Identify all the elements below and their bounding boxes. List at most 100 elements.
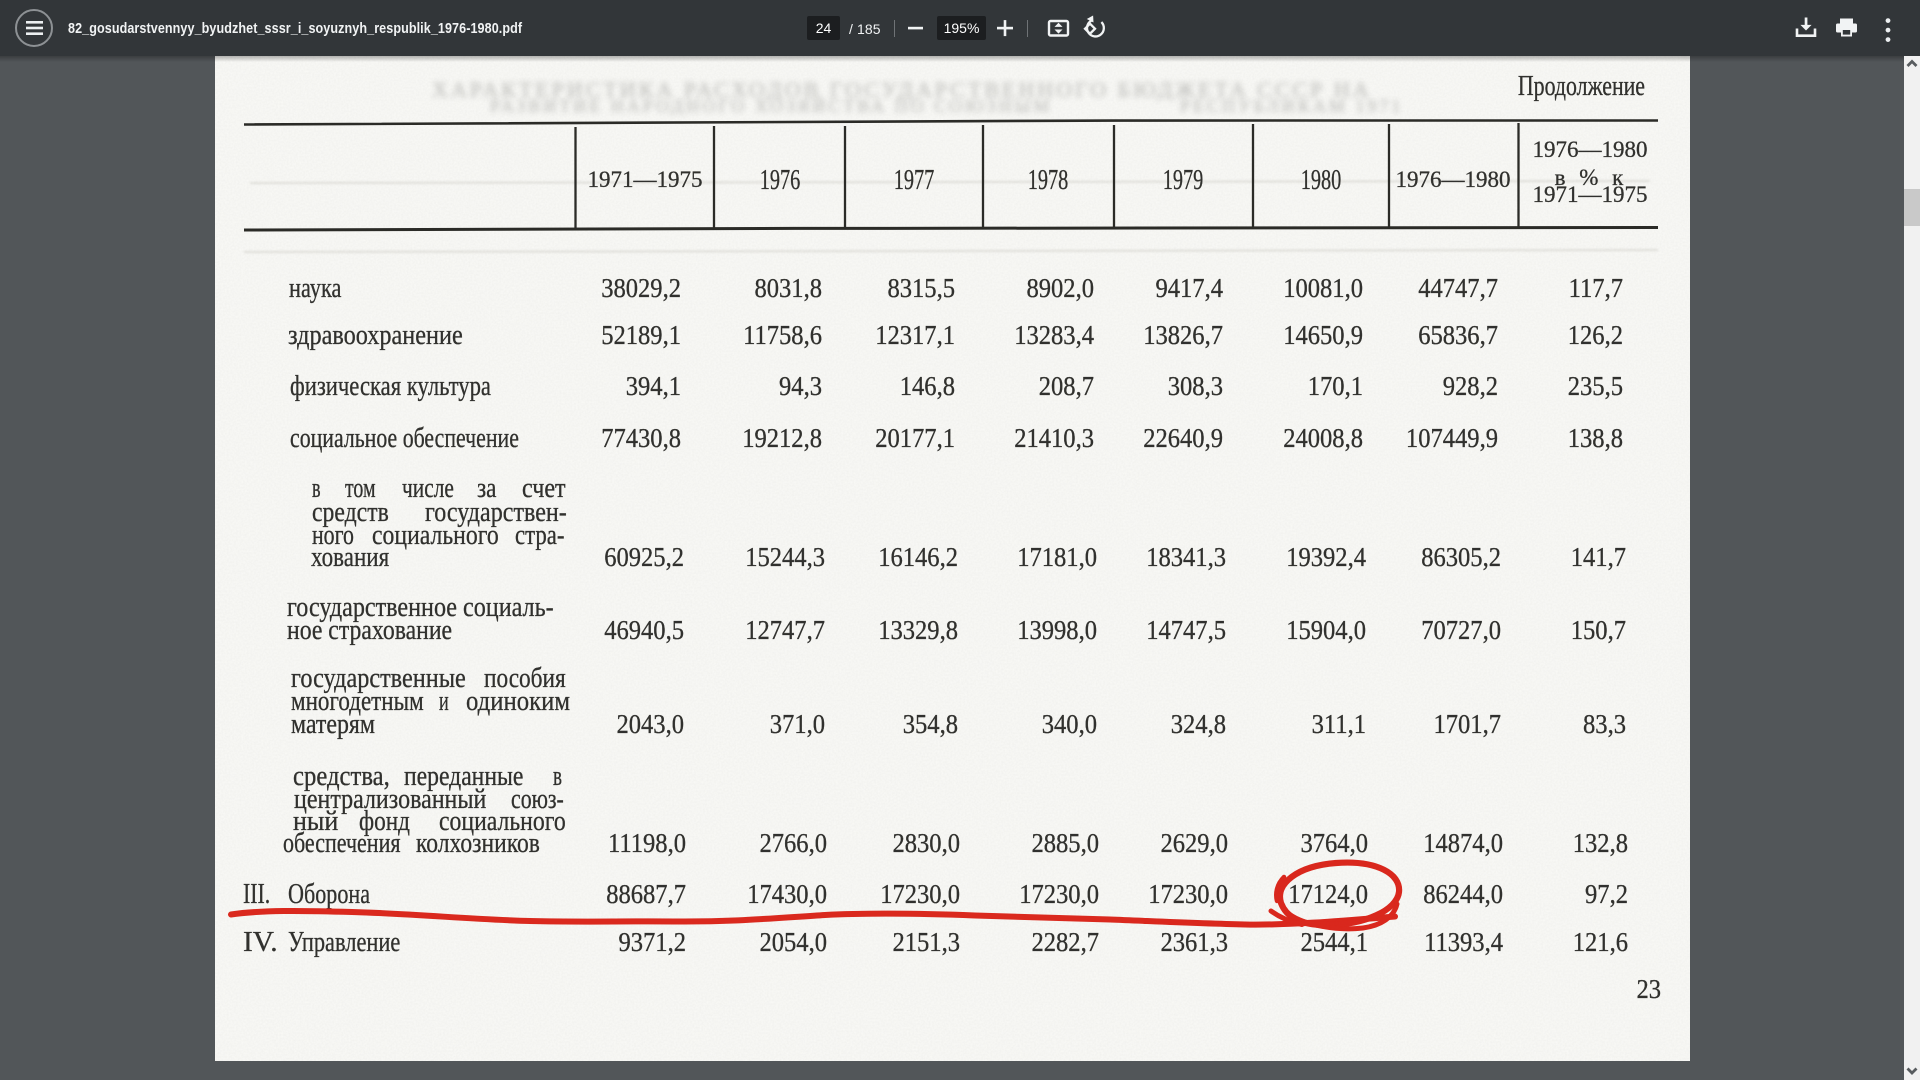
svg-text:социального: социального (372, 519, 499, 550)
svg-text:38029,2: 38029,2 (601, 273, 681, 303)
svg-text:Управление: Управление (288, 927, 400, 958)
svg-text:117,7: 117,7 (1569, 273, 1623, 303)
svg-text:15244,3: 15244,3 (745, 542, 825, 572)
svg-text:ное страхование: ное страхование (287, 614, 452, 645)
svg-text:394,1: 394,1 (626, 371, 681, 401)
svg-text:9417,4: 9417,4 (1155, 273, 1223, 303)
svg-text:социальное обеспечение: социальное обеспечение (290, 424, 519, 454)
svg-text:2885,0: 2885,0 (1031, 828, 1099, 858)
svg-text:3764,0: 3764,0 (1300, 828, 1368, 858)
svg-text:83,3: 83,3 (1583, 709, 1626, 739)
svg-text:III.: III. (243, 880, 270, 910)
svg-text:354,8: 354,8 (903, 709, 958, 739)
svg-text:1971—1975: 1971—1975 (1533, 182, 1648, 207)
svg-text:928,2: 928,2 (1443, 371, 1498, 401)
svg-text:138,8: 138,8 (1568, 423, 1623, 453)
svg-text:14874,0: 14874,0 (1423, 828, 1503, 858)
svg-text:IV.: IV. (243, 927, 278, 958)
svg-text:235,5: 235,5 (1568, 371, 1623, 401)
svg-text:2830,0: 2830,0 (892, 828, 960, 858)
svg-text:2361,3: 2361,3 (1160, 927, 1228, 957)
svg-text:2544,1: 2544,1 (1300, 927, 1368, 957)
svg-text:и: и (439, 686, 449, 717)
svg-text:2043,0: 2043,0 (616, 709, 684, 739)
svg-text:1976—1980: 1976—1980 (1533, 137, 1648, 162)
svg-text:РАЗВИТИЕ НАРОДНОГО ХОЗЯЙСТВА П: РАЗВИТИЕ НАРОДНОГО ХОЗЯЙСТВА ПО СОЮЗНЫМ (490, 96, 1052, 116)
svg-text:14650,9: 14650,9 (1283, 320, 1363, 350)
svg-text:10081,0: 10081,0 (1283, 273, 1363, 303)
svg-text:19392,4: 19392,4 (1286, 542, 1366, 572)
svg-text:132,8: 132,8 (1573, 828, 1628, 858)
svg-text:23: 23 (1636, 974, 1661, 1004)
svg-text:11758,6: 11758,6 (743, 320, 822, 350)
svg-text:8315,5: 8315,5 (887, 273, 955, 303)
svg-text:2282,7: 2282,7 (1031, 927, 1099, 957)
svg-text:311,1: 311,1 (1312, 709, 1366, 739)
svg-text:17124,0: 17124,0 (1288, 879, 1368, 909)
svg-text:324,8: 324,8 (1171, 709, 1226, 739)
svg-text:1980: 1980 (1301, 165, 1342, 196)
svg-text:13329,8: 13329,8 (878, 615, 958, 645)
svg-text:11198,0: 11198,0 (608, 828, 686, 858)
svg-text:17430,0: 17430,0 (747, 879, 827, 909)
svg-text:стра-: стра- (515, 519, 565, 551)
svg-text:86305,2: 86305,2 (1421, 542, 1501, 572)
svg-text:88687,7: 88687,7 (606, 879, 686, 909)
svg-text:11393,4: 11393,4 (1424, 927, 1503, 957)
svg-text:21410,3: 21410,3 (1014, 423, 1094, 453)
svg-text:126,2: 126,2 (1568, 320, 1623, 350)
svg-text:хования: хования (311, 541, 389, 573)
svg-text:2766,0: 2766,0 (759, 828, 827, 858)
svg-text:17230,0: 17230,0 (1019, 879, 1099, 909)
svg-text:371,0: 371,0 (770, 709, 825, 739)
svg-text:44747,7: 44747,7 (1418, 273, 1498, 303)
svg-text:170,1: 170,1 (1308, 371, 1363, 401)
svg-text:1979: 1979 (1163, 165, 1204, 196)
svg-text:2629,0: 2629,0 (1160, 828, 1228, 858)
svg-text:8902,0: 8902,0 (1026, 273, 1094, 303)
svg-text:13998,0: 13998,0 (1017, 615, 1097, 645)
svg-text:150,7: 150,7 (1571, 615, 1626, 645)
svg-text:141,7: 141,7 (1571, 542, 1626, 572)
svg-text:1976: 1976 (760, 165, 801, 196)
svg-text:9371,2: 9371,2 (618, 927, 686, 957)
svg-text:86244,0: 86244,0 (1423, 879, 1503, 909)
svg-text:46940,5: 46940,5 (604, 615, 684, 645)
svg-text:19212,8: 19212,8 (742, 423, 822, 453)
svg-text:97,2: 97,2 (1585, 879, 1628, 909)
svg-text:70727,0: 70727,0 (1421, 615, 1501, 645)
svg-text:340,0: 340,0 (1042, 709, 1097, 739)
svg-text:208,7: 208,7 (1039, 371, 1094, 401)
svg-text:Оборона: Оборона (288, 880, 370, 910)
svg-text:1976—1980: 1976—1980 (1396, 167, 1511, 192)
svg-text:1978: 1978 (1028, 165, 1069, 196)
svg-text:физическая культура: физическая культура (290, 370, 491, 402)
svg-text:308,3: 308,3 (1168, 371, 1223, 401)
svg-text:наука: наука (289, 273, 341, 304)
svg-text:15904,0: 15904,0 (1286, 615, 1366, 645)
svg-text:52189,1: 52189,1 (601, 320, 681, 350)
svg-text:17230,0: 17230,0 (1148, 879, 1228, 909)
svg-text:2054,0: 2054,0 (759, 927, 827, 957)
svg-text:18341,3: 18341,3 (1146, 542, 1226, 572)
svg-text:17230,0: 17230,0 (880, 879, 960, 909)
svg-text:1977: 1977 (894, 165, 935, 196)
svg-text:8031,8: 8031,8 (754, 273, 822, 303)
svg-text:12747,7: 12747,7 (745, 615, 825, 645)
svg-text:22640,9: 22640,9 (1143, 423, 1223, 453)
svg-text:2151,3: 2151,3 (892, 927, 960, 957)
svg-text:РЕСПУБЛИКАМ 1971: РЕСПУБЛИКАМ 1971 (1180, 96, 1403, 116)
svg-text:обеспечения: обеспечения (283, 829, 401, 859)
svg-text:матерям: матерям (291, 708, 375, 739)
svg-text:16146,2: 16146,2 (878, 542, 958, 572)
svg-text:17181,0: 17181,0 (1017, 542, 1097, 572)
svg-text:1701,7: 1701,7 (1433, 709, 1501, 739)
svg-text:14747,5: 14747,5 (1146, 615, 1226, 645)
svg-text:12317,1: 12317,1 (875, 320, 955, 350)
svg-text:65836,7: 65836,7 (1418, 320, 1498, 350)
svg-text:Продолжение: Продолжение (1518, 72, 1645, 102)
svg-text:одиноким: одиноким (466, 685, 570, 717)
svg-text:121,6: 121,6 (1573, 927, 1628, 957)
svg-text:24008,8: 24008,8 (1283, 423, 1363, 453)
svg-text:60925,2: 60925,2 (604, 542, 684, 572)
